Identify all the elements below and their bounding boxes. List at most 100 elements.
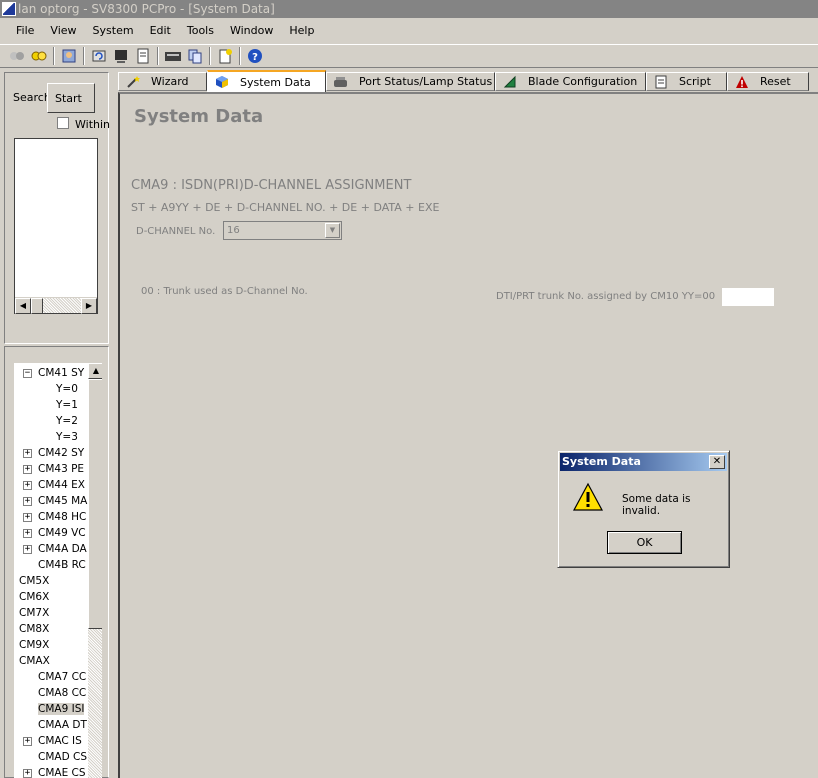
tab-script[interactable]: Script	[646, 72, 727, 91]
tree-item[interactable]: CM7X	[19, 605, 49, 621]
document-icon[interactable]	[133, 46, 153, 66]
tree-item-label: CM45 MA	[38, 495, 88, 507]
tree-item-label: CMAX	[19, 655, 50, 667]
tree-item[interactable]: Y=2	[56, 413, 78, 429]
tree-item[interactable]: CMA7 CC	[38, 669, 86, 685]
menu-edit[interactable]: Edit	[142, 21, 179, 41]
tab-label: Reset	[760, 75, 791, 88]
expand-icon[interactable]: +	[23, 529, 32, 538]
tree-item[interactable]: Y=0	[56, 381, 78, 397]
tree-item[interactable]: CMAC IS	[38, 733, 82, 749]
menu-window[interactable]: Window	[222, 21, 281, 41]
tree-item-label: CMA9 ISI	[38, 703, 85, 715]
tree-item[interactable]: CM5X	[19, 573, 49, 589]
tree-item[interactable]: CM4A DA	[38, 541, 87, 557]
expand-icon[interactable]: +	[23, 481, 32, 490]
tree-item[interactable]: CM45 MA	[38, 493, 87, 509]
menu-bar: File View System Edit Tools Window Help	[0, 20, 818, 42]
search-label: Search	[13, 91, 51, 104]
blade-icon	[502, 75, 518, 89]
tree-item-label: CM4A DA	[38, 543, 87, 555]
connect-icon[interactable]	[29, 46, 49, 66]
expand-icon[interactable]: +	[23, 737, 32, 746]
tree-item[interactable]: CM6X	[19, 589, 49, 605]
tree-item[interactable]: CM48 HC	[38, 509, 86, 525]
back-icon[interactable]	[7, 46, 27, 66]
tree-item[interactable]: CMAD CS	[38, 749, 87, 765]
tree-item[interactable]: CMAA DT	[38, 717, 87, 733]
within-checkbox[interactable]	[57, 117, 69, 129]
scroll-right-icon[interactable]: ▶	[81, 298, 97, 314]
tree-item[interactable]: CM9X	[19, 637, 49, 653]
tree-item-label: CMA7 CC	[38, 671, 87, 683]
search-panel: Search Start Within ◀ ▶	[4, 72, 110, 344]
page-title: System Data	[134, 106, 264, 127]
tree-item-label: CM48 HC	[38, 511, 87, 523]
expand-icon[interactable]: +	[23, 497, 32, 506]
tree-item[interactable]: CMA9 ISI	[38, 701, 85, 717]
tree-item[interactable]: CM49 VC	[38, 525, 86, 541]
window-titlebar[interactable]: lan optorg - SV8300 PCPro - [System Data…	[0, 0, 818, 18]
scroll-left-icon[interactable]: ◀	[15, 298, 31, 314]
tree-item-label: CM4B RC	[38, 559, 86, 571]
svg-text:?: ?	[252, 52, 258, 63]
dialog-titlebar[interactable]: System Data ✕	[560, 453, 727, 471]
search-results-hscrollbar[interactable]: ◀ ▶	[15, 297, 97, 314]
tab-blade-configuration[interactable]: Blade Configuration	[495, 72, 646, 91]
user-settings-icon[interactable]	[59, 46, 79, 66]
menu-file[interactable]: File	[8, 21, 42, 41]
tree-item[interactable]: Y=1	[56, 397, 78, 413]
tree-item[interactable]: CM8X	[19, 621, 49, 637]
ok-button[interactable]: OK	[607, 531, 682, 554]
tree-item-label: CM5X	[19, 575, 50, 587]
tree-item-label: CM42 SY	[38, 447, 85, 459]
tree-item[interactable]: CM41 SY	[38, 365, 84, 381]
close-icon[interactable]: ✕	[709, 455, 725, 469]
tree-item[interactable]: CM4B RC	[38, 557, 86, 573]
refresh-icon[interactable]	[89, 46, 109, 66]
chevron-down-icon[interactable]: ▼	[325, 223, 340, 238]
menu-system[interactable]: System	[85, 21, 142, 41]
tree-vscrollbar[interactable]: ▲	[88, 363, 102, 778]
start-search-button[interactable]: Start	[47, 83, 95, 113]
tree-item[interactable]: CM42 SY	[38, 445, 84, 461]
tab-wizard[interactable]: Wizard	[118, 72, 207, 91]
new-file-icon[interactable]	[215, 46, 235, 66]
expand-icon[interactable]: +	[23, 513, 32, 522]
expand-icon[interactable]: +	[23, 465, 32, 474]
tree-item-label: CM44 EX	[38, 479, 85, 491]
menu-help[interactable]: Help	[281, 21, 322, 41]
tree-item[interactable]: Y=3	[56, 429, 78, 445]
menu-tools[interactable]: Tools	[179, 21, 222, 41]
dti-trunk-field[interactable]	[721, 287, 775, 307]
tree-item[interactable]: CMA8 CC	[38, 685, 86, 701]
terminal-icon[interactable]	[111, 46, 131, 66]
scroll-up-icon[interactable]: ▲	[88, 363, 102, 379]
tab-reset[interactable]: Reset	[727, 72, 809, 91]
menu-view[interactable]: View	[42, 21, 84, 41]
window-title: lan optorg - SV8300 PCPro - [System Data…	[18, 2, 275, 16]
tree-item[interactable]: CM43 PE	[38, 461, 84, 477]
help-icon[interactable]: ?	[245, 46, 265, 66]
search-results-list[interactable]	[14, 138, 98, 314]
command-title: CMA9 : ISDN(PRI)D-CHANNEL ASSIGNMENT	[131, 178, 412, 193]
note-text: 00 : Trunk used as D-Channel No.	[141, 286, 308, 297]
tab-port-status-lamp-status[interactable]: Port Status/Lamp Status	[326, 72, 495, 91]
expand-icon[interactable]: +	[23, 449, 32, 458]
command-tree[interactable]: − CM41 SY Y=0 Y=1 Y=2 Y=3 + CM42 SY + CM43 PE + CM4…	[14, 363, 102, 778]
tree-item[interactable]: CMAE CS	[38, 765, 86, 778]
scrollbar-thumb[interactable]	[31, 298, 43, 314]
scrollbar-thumb[interactable]	[88, 379, 102, 629]
collapse-icon[interactable]: −	[23, 369, 32, 378]
transfer-icon[interactable]	[185, 46, 205, 66]
tab-system-data[interactable]: System Data	[207, 70, 326, 92]
dchannel-select[interactable]: 16 ▼	[223, 221, 342, 240]
keyboard-icon[interactable]	[163, 46, 183, 66]
tree-item[interactable]: CM44 EX	[38, 477, 85, 493]
tree-item[interactable]: CMAX	[19, 653, 50, 669]
tab-label: Wizard	[151, 75, 189, 88]
tab-label: Blade Configuration	[528, 75, 638, 88]
expand-icon[interactable]: +	[23, 545, 32, 554]
command-syntax: ST + A9YY + DE + D-CHANNEL NO. + DE + DA…	[131, 201, 440, 214]
expand-icon[interactable]: +	[23, 769, 32, 778]
